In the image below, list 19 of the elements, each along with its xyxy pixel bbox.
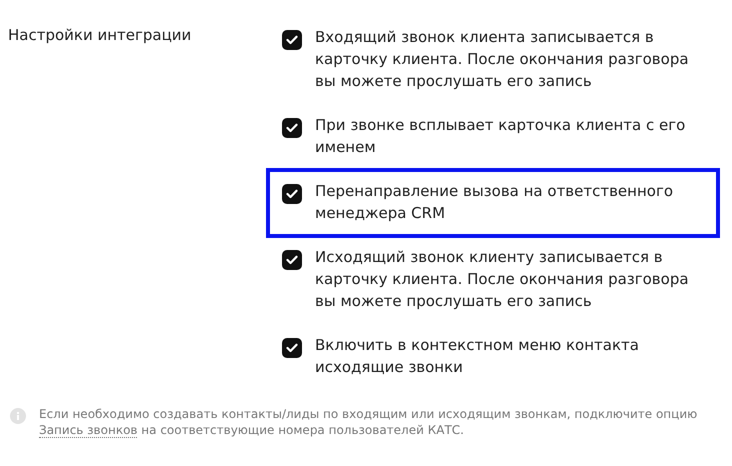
option-label: Перенаправление вызова на ответственного менеджера CRM <box>315 181 674 224</box>
checkbox[interactable] <box>282 338 302 358</box>
option-label: При звонке всплывает карточка клиента с его именем <box>315 115 686 158</box>
info-note: Если необходимо создавать контакты/лиды по входящим или исходящим звонкам, подключите опцию Запись звонков на соответствующие номера пользователей КАТС. <box>39 406 698 438</box>
option-label: Включить в контекстном меню контакта исходящие звонки <box>315 335 640 378</box>
check-icon <box>286 189 298 199</box>
checkbox[interactable] <box>282 118 302 138</box>
check-icon <box>286 255 298 265</box>
checkbox[interactable] <box>282 30 302 50</box>
info-icon <box>10 408 26 424</box>
section-label: Настройки интеграции <box>7 25 192 46</box>
checkbox[interactable] <box>282 184 302 204</box>
call-recording-link[interactable]: Запись звонков <box>39 423 138 438</box>
check-icon <box>286 35 298 45</box>
option-label: Входящий звонок клиента записывается в карточку клиента. После окончания разговора вы можете прослушать его запись <box>315 27 690 92</box>
option-label: Исходящий звонок клиенту записывается в карточку клиента. После окончания разговора вы можете прослушать его запись <box>315 247 690 312</box>
checkbox[interactable] <box>282 250 302 270</box>
check-icon <box>286 343 298 353</box>
check-icon <box>286 123 298 133</box>
